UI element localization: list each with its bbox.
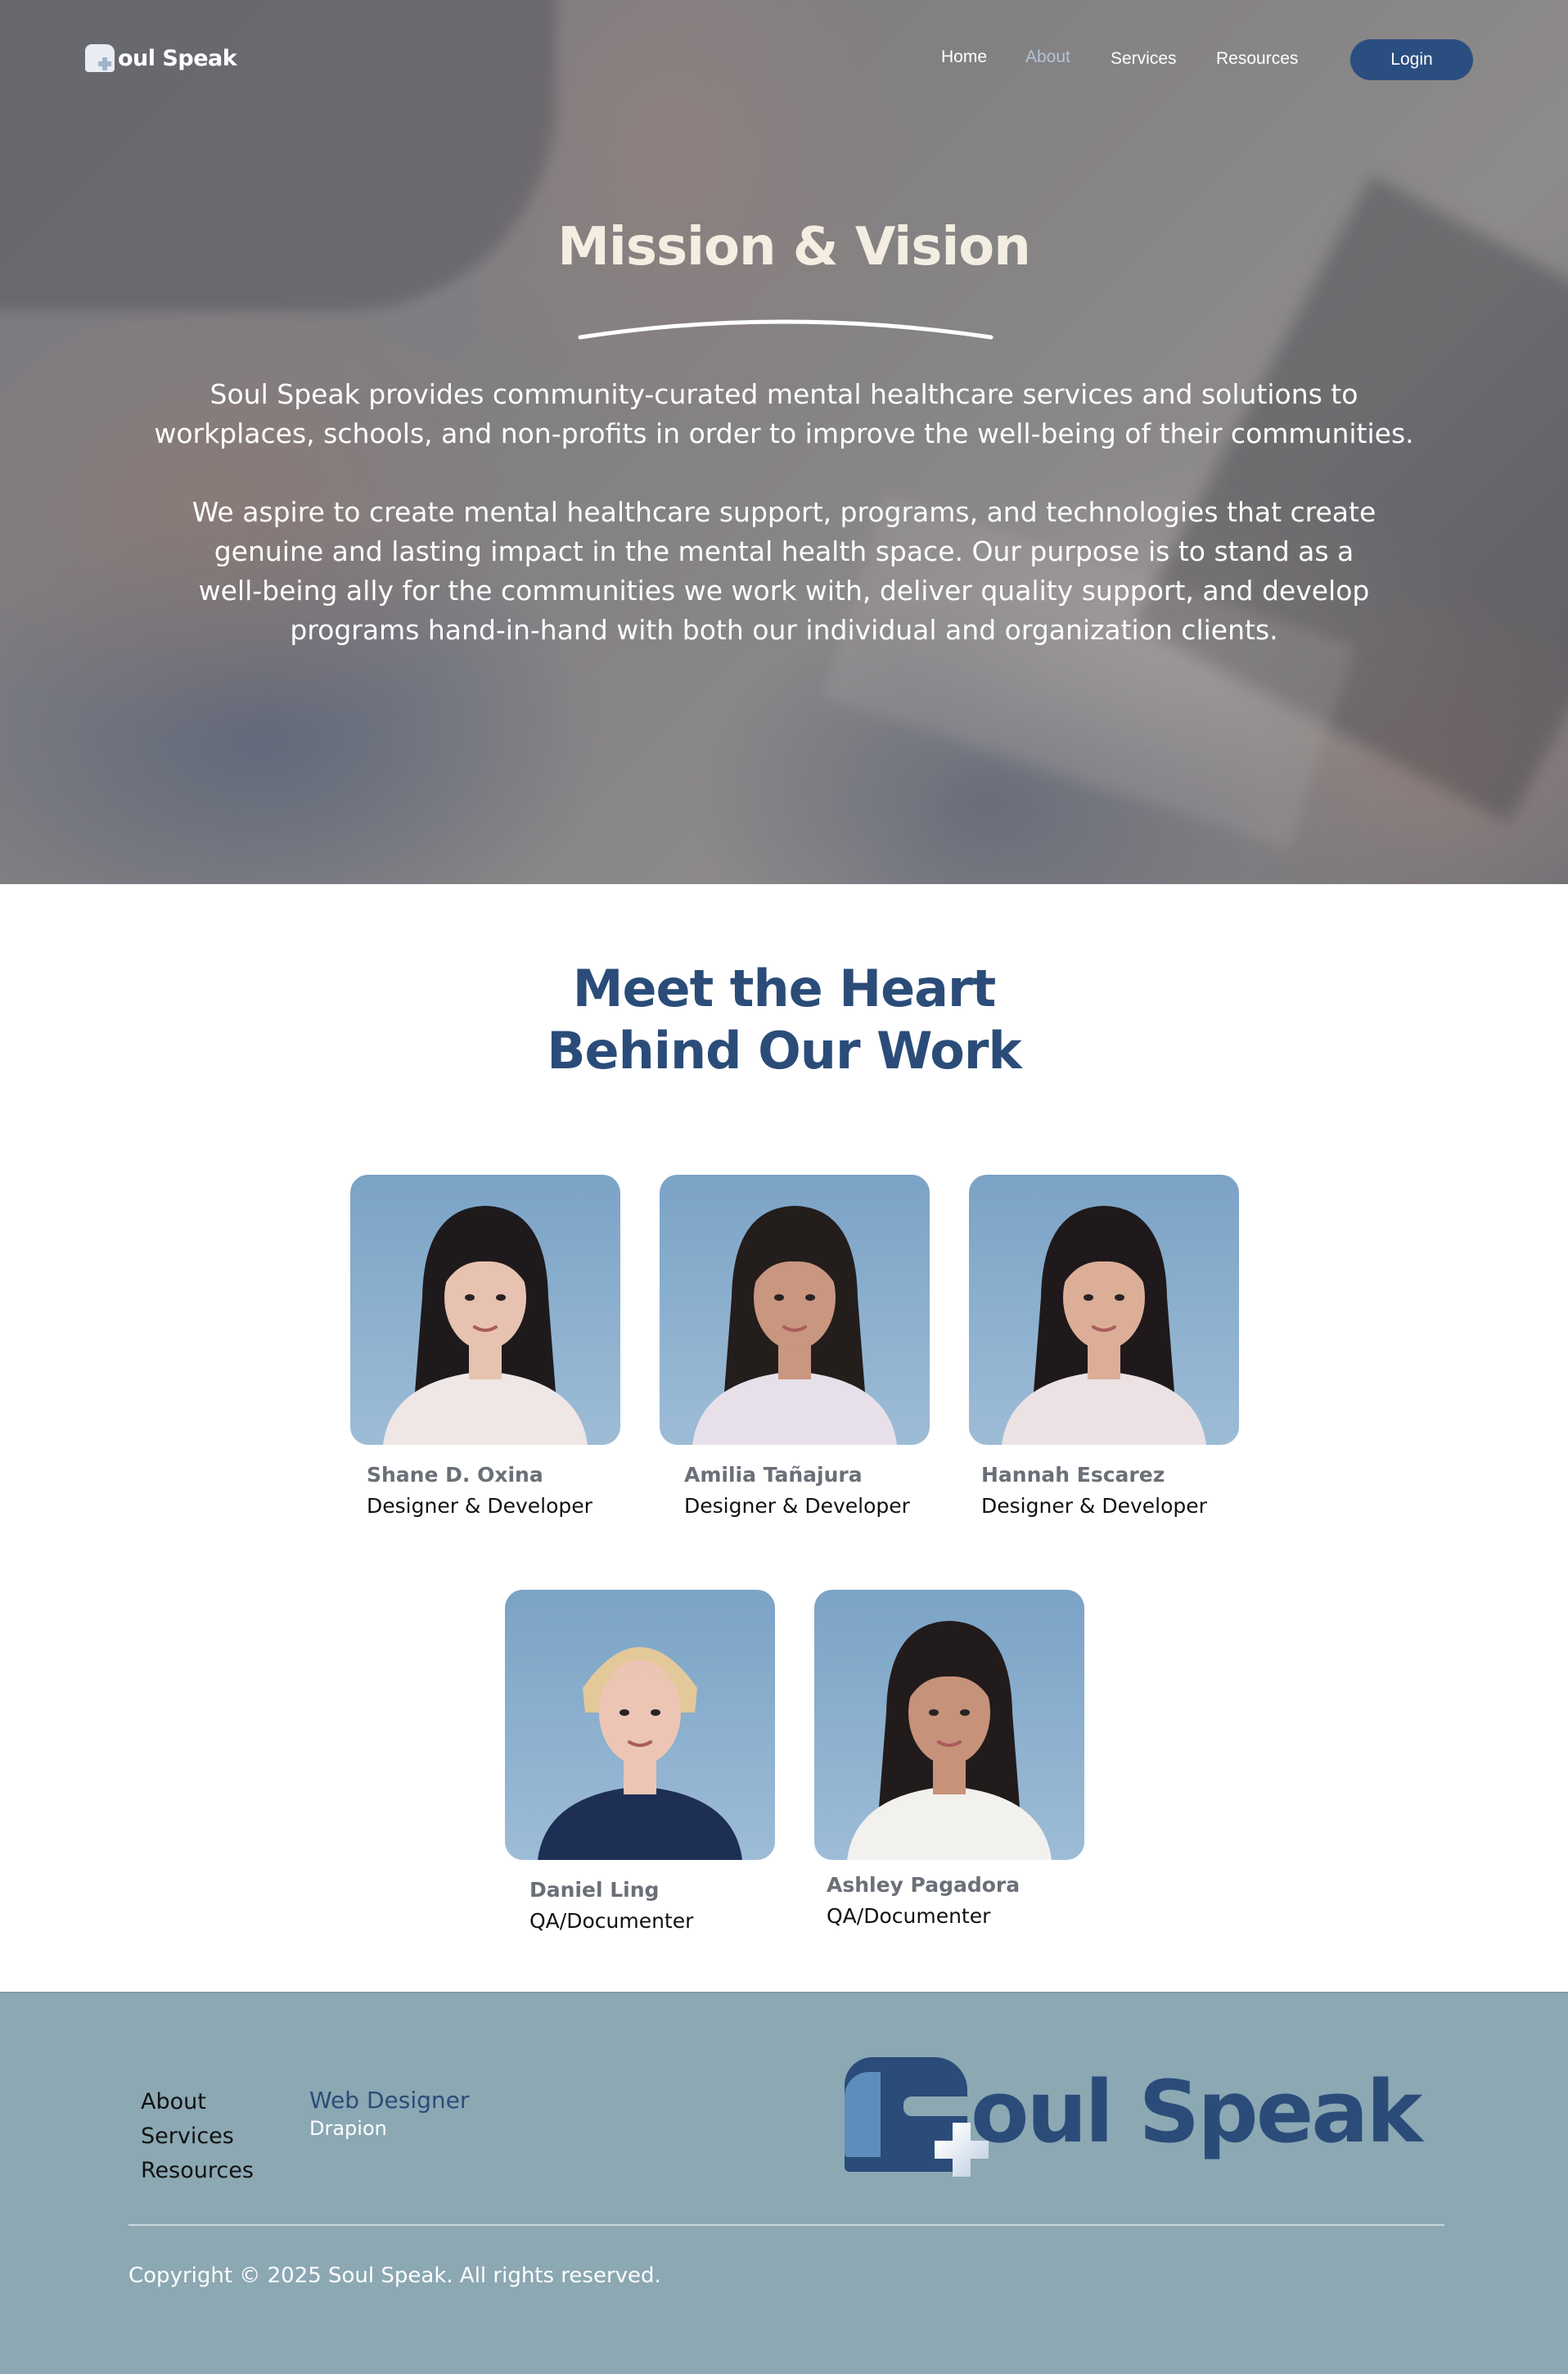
team-member-card: Ashley Pagadora QA/Documenter (814, 1590, 1084, 1928)
team-member-card: Hannah Escarez Designer & Developer (969, 1175, 1239, 1518)
copyright-text: Copyright © 2025 Soul Speak. All rights … (128, 2263, 661, 2288)
hero-title: Mission & Vision (557, 217, 1031, 278)
team-member-photo (350, 1175, 620, 1445)
portrait-illustration (847, 1621, 1052, 1860)
team-member-role: Designer & Developer (367, 1494, 593, 1518)
footer-logo: oul Speak (845, 2057, 1423, 2177)
team-member-card: Daniel Ling QA/Documenter (505, 1590, 775, 1933)
team-section-title: Meet the Heart Behind Our Work (0, 958, 1568, 1082)
team-member-photo (660, 1175, 930, 1445)
footer-divider (128, 2224, 1444, 2226)
header-logo-text: oul Speak (118, 45, 237, 71)
team-member-photo (505, 1590, 775, 1860)
team-member-card: Amilia Tañajura Designer & Developer (660, 1175, 930, 1518)
team-member-name: Daniel Ling (529, 1878, 660, 1902)
portrait-illustration (692, 1206, 897, 1445)
vision-paragraph: We aspire to create mental healthcare su… (191, 496, 1377, 646)
team-member-role: QA/Documenter (529, 1909, 694, 1933)
nav-services-link[interactable]: Services (1111, 49, 1177, 69)
footer-logo-mark-icon (845, 2057, 989, 2177)
team-title-line-1: Meet the Heart (572, 959, 996, 1018)
team-member-role: QA/Documenter (827, 1904, 991, 1928)
team-member-name: Ashley Pagadora (827, 1873, 1021, 1897)
hero-section: oul Speak Home About Services Resources … (0, 0, 1568, 884)
footer-resources-link[interactable]: Resources (141, 2154, 254, 2188)
nav-resources-link[interactable]: Resources (1216, 49, 1298, 69)
footer-about-link[interactable]: About (141, 2085, 254, 2119)
site-footer: About Services Resources Web Designer Dr… (0, 1992, 1568, 2374)
logo-mark-icon (85, 44, 116, 72)
team-title-line-2: Behind Our Work (547, 1021, 1021, 1081)
mission-paragraph: Soul Speak provides community-curated me… (154, 378, 1414, 449)
footer-credit: Web Designer Drapion (309, 2085, 469, 2141)
footer-logo-text: oul Speak (971, 2062, 1423, 2162)
portrait-illustration (1002, 1206, 1206, 1445)
title-underline-decoration (578, 319, 994, 340)
team-member-card: Shane D. Oxina Designer & Developer (350, 1175, 620, 1518)
team-member-photo (814, 1590, 1084, 1860)
header-logo[interactable]: oul Speak (85, 44, 237, 72)
login-button[interactable]: Login (1350, 39, 1473, 80)
nav-about-link[interactable]: About (1025, 47, 1070, 67)
team-member-photo (969, 1175, 1239, 1445)
team-member-role: Designer & Developer (981, 1494, 1207, 1518)
team-member-name: Shane D. Oxina (367, 1463, 543, 1487)
portrait-illustration (383, 1206, 588, 1445)
portrait-illustration (538, 1647, 742, 1860)
team-member-name: Amilia Tañajura (684, 1463, 863, 1487)
footer-credit-name: Drapion (309, 2117, 387, 2140)
footer-services-link[interactable]: Services (141, 2119, 254, 2154)
footer-credit-role: Web Designer (309, 2087, 470, 2114)
team-member-name: Hannah Escarez (981, 1463, 1165, 1487)
team-member-role: Designer & Developer (684, 1494, 910, 1518)
nav-home-link[interactable]: Home (941, 47, 987, 67)
footer-nav: About Services Resources (141, 2085, 254, 2188)
